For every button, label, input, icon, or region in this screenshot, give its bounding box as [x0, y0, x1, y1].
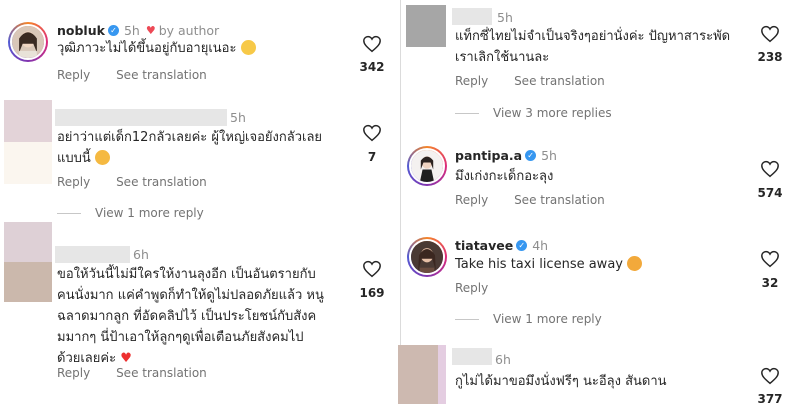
- comment-actions: Reply: [455, 281, 510, 295]
- heart-filled-icon: ♥: [145, 24, 156, 37]
- thread-line: [57, 212, 81, 214]
- see-translation-button[interactable]: See translation: [116, 366, 207, 380]
- profile-photo-icon: [12, 26, 44, 58]
- thread-line: [455, 112, 479, 114]
- heart-outline-icon[interactable]: [362, 260, 382, 278]
- timestamp[interactable]: 5h: [124, 23, 140, 38]
- username-redacted: [55, 246, 130, 263]
- avatar[interactable]: [407, 146, 447, 186]
- liked-by-author: ♥ by author: [145, 23, 220, 38]
- profile-photo-icon: [411, 150, 443, 182]
- reply-button[interactable]: Reply: [455, 74, 488, 88]
- timestamp[interactable]: 5h: [497, 10, 513, 25]
- avatar[interactable]: [406, 5, 446, 47]
- avatar[interactable]: [407, 237, 447, 277]
- comment-actions: Reply See translation: [455, 193, 627, 207]
- heart-outline-icon[interactable]: [760, 160, 780, 178]
- like-count: 32: [761, 276, 779, 290]
- heart-outline-icon[interactable]: [362, 124, 382, 142]
- username-redacted: [452, 348, 492, 365]
- like-count: 169: [359, 286, 385, 300]
- comment-actions: Reply See translation: [57, 175, 229, 189]
- see-translation-button[interactable]: See translation: [116, 68, 207, 82]
- thread-line: [455, 318, 479, 320]
- timestamp[interactable]: 4h: [532, 238, 548, 253]
- like-count: 377: [757, 392, 783, 404]
- avatar[interactable]: [4, 100, 52, 184]
- verified-badge-icon: ✓: [525, 150, 537, 161]
- column-divider: [400, 0, 401, 404]
- comment-text: มึงเก่งกะเด็กอะลุง: [455, 169, 554, 184]
- reply-button[interactable]: Reply: [57, 68, 90, 82]
- username-redacted: [55, 109, 227, 126]
- angry-face-emoji-icon: [627, 256, 643, 271]
- like-count: 238: [757, 50, 783, 64]
- reply-button[interactable]: Reply: [455, 193, 488, 207]
- timestamp[interactable]: 5h: [230, 110, 246, 125]
- username[interactable]: tiatavee: [455, 238, 513, 253]
- comment-text: วุฒิภาวะไม่ได้ขึ้นอยู่กับอายุเนอะ: [57, 38, 256, 59]
- comment-text: Take his taxi license away: [455, 254, 643, 275]
- comment-actions: Reply See translation: [455, 74, 627, 88]
- verified-badge-icon: ✓: [516, 240, 528, 251]
- timestamp[interactable]: 6h: [495, 352, 511, 367]
- username[interactable]: nobluk: [57, 23, 105, 38]
- view-more-replies-button[interactable]: View 1 more reply: [57, 206, 204, 220]
- comment-actions: Reply See translation: [57, 68, 229, 82]
- heart-outline-icon[interactable]: [362, 35, 382, 53]
- timestamp[interactable]: 5h: [541, 148, 557, 163]
- reply-button[interactable]: Reply: [57, 366, 90, 380]
- reply-button[interactable]: Reply: [455, 281, 488, 295]
- avatar[interactable]: [4, 222, 52, 302]
- heart-outline-icon[interactable]: [760, 25, 780, 43]
- avatar[interactable]: [8, 22, 48, 62]
- comment-text: กูไม่ได้มาขอมึงนั่งฟรีๆ นะอีลุง สันดาน: [455, 374, 667, 389]
- verified-badge-icon: ✓: [107, 25, 119, 36]
- comment-actions: Reply See translation: [57, 366, 229, 380]
- sweat-smile-emoji-icon: [240, 40, 256, 55]
- comment-text: แท็กซี่ไทยไม่จำเป็นจริงๆอย่านั่งค่ะ ปัญห…: [455, 29, 731, 65]
- see-translation-button[interactable]: See translation: [514, 193, 605, 207]
- username-redacted: [452, 8, 492, 25]
- see-translation-button[interactable]: See translation: [116, 175, 207, 189]
- red-heart-emoji-icon: ♥: [120, 351, 132, 366]
- avatar[interactable]: [398, 345, 446, 404]
- profile-photo-icon: [411, 241, 443, 273]
- comment-text: ขอให้วันนี้ไม่มีใครให้งานลุงอีก เป็นอันต…: [57, 267, 324, 366]
- heart-outline-icon[interactable]: [760, 367, 780, 385]
- view-more-replies-button[interactable]: View 1 more reply: [455, 312, 602, 326]
- like-count: 7: [367, 150, 377, 164]
- like-count: 342: [359, 60, 385, 74]
- timestamp[interactable]: 6h: [133, 247, 149, 262]
- view-more-replies-button[interactable]: View 3 more replies: [455, 106, 612, 120]
- username[interactable]: pantipa.a: [455, 148, 522, 163]
- see-translation-button[interactable]: See translation: [514, 74, 605, 88]
- like-count: 574: [757, 186, 783, 200]
- heart-outline-icon[interactable]: [760, 250, 780, 268]
- worried-face-emoji-icon: [94, 150, 110, 165]
- reply-button[interactable]: Reply: [57, 175, 90, 189]
- comment-text: อย่าว่าแต่เด็ก12กลัวเลยค่ะ ผู้ใหญ่เจอยัง…: [57, 130, 323, 166]
